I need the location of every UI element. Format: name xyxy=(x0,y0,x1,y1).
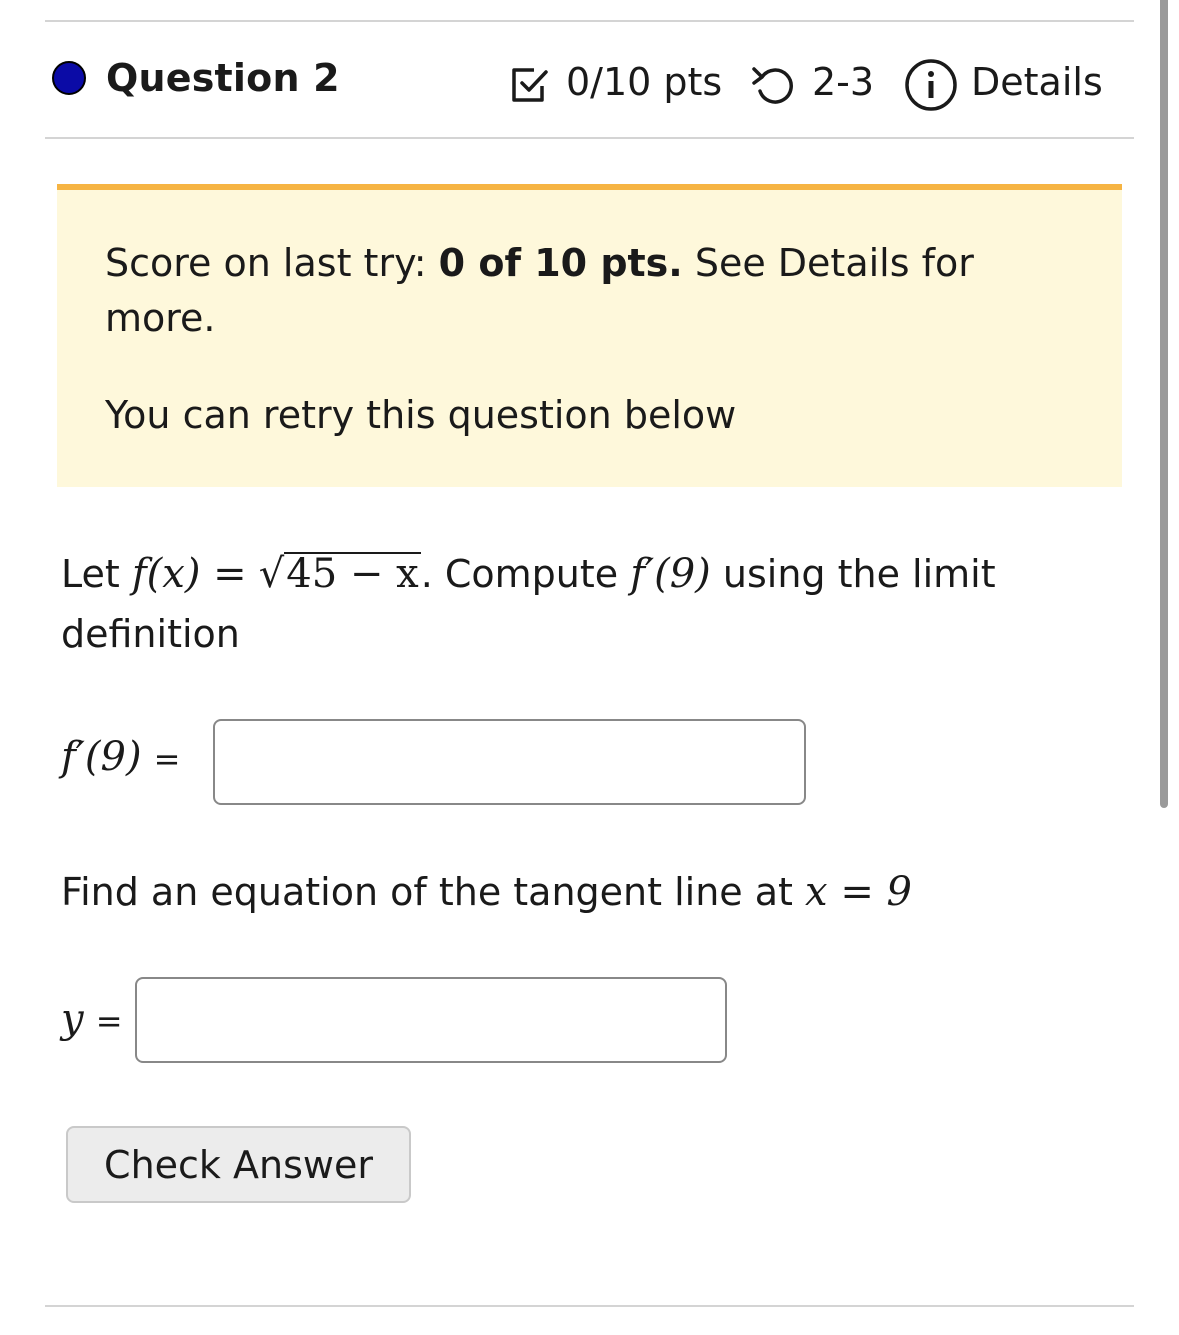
answer2-label-eq: = xyxy=(95,1002,123,1040)
problem-wrap: definition xyxy=(61,612,240,656)
top-divider xyxy=(45,20,1134,22)
retry-message: You can retry this question below xyxy=(105,393,737,437)
tangent-answer-input[interactable] xyxy=(135,977,727,1063)
sqrt-expression: √45 − x xyxy=(258,551,421,597)
after-function: . Compute xyxy=(420,552,619,596)
answer2-label-math-text: y xyxy=(61,996,84,1042)
filled-dot-icon xyxy=(52,61,86,95)
check-answer-button[interactable]: Check Answer xyxy=(66,1126,411,1203)
header-divider xyxy=(45,137,1134,139)
after-derivative: using the limit xyxy=(722,552,996,596)
radicand: 45 − x xyxy=(284,551,421,597)
scrollbar[interactable] xyxy=(1160,0,1168,808)
derivative-expression-text: f′(9) xyxy=(630,551,711,597)
score-prefix: Score on last try: xyxy=(105,241,439,285)
answer1-label-math-text: f′(9) xyxy=(61,734,142,780)
score-wrap: more. xyxy=(105,296,216,340)
question-title: Question 2 xyxy=(106,56,340,100)
answer2-label: y = xyxy=(61,996,123,1042)
question-header: Question 2 0/10 pts 2-3 Details xyxy=(50,50,1140,112)
answer1-label: f′(9) = xyxy=(61,734,180,780)
derivative-answer-input[interactable] xyxy=(213,719,806,805)
points-value: 0/10 pts xyxy=(566,60,723,104)
checkbox-icon xyxy=(508,64,550,110)
details-link[interactable]: Details xyxy=(971,60,1103,104)
function-lhs: f(x) = xyxy=(132,551,247,597)
tangent-math: x = 9 xyxy=(805,869,912,915)
derivative-expression: f′(9) xyxy=(630,551,711,597)
retry-icon xyxy=(750,63,798,111)
score-bold: 0 of 10 pts. xyxy=(438,241,683,285)
tangent-prompt-text: Find an equation of the tangent line at xyxy=(61,870,793,914)
tangent-math-text: x = 9 xyxy=(805,869,912,915)
answer1-label-eq: = xyxy=(153,740,181,778)
score-suffix: See Details for xyxy=(682,241,974,285)
info-icon[interactable] xyxy=(903,57,959,117)
attempts-value: 2-3 xyxy=(812,60,875,104)
answer2-label-math: y xyxy=(61,996,84,1042)
function-lhs-text: f(x) = xyxy=(131,551,247,597)
intro-let: Let xyxy=(61,552,120,596)
tangent-prompt: Find an equation of the tangent line at … xyxy=(61,862,912,922)
bottom-divider xyxy=(45,1305,1134,1307)
score-message: Score on last try: 0 of 10 pts. See Deta… xyxy=(105,236,1065,346)
score-notice: Score on last try: 0 of 10 pts. See Deta… xyxy=(57,184,1122,487)
answer1-label-math: f′(9) xyxy=(61,734,142,780)
problem-statement: Let f(x) = √45 − x. Compute f′(9) using … xyxy=(61,544,996,604)
